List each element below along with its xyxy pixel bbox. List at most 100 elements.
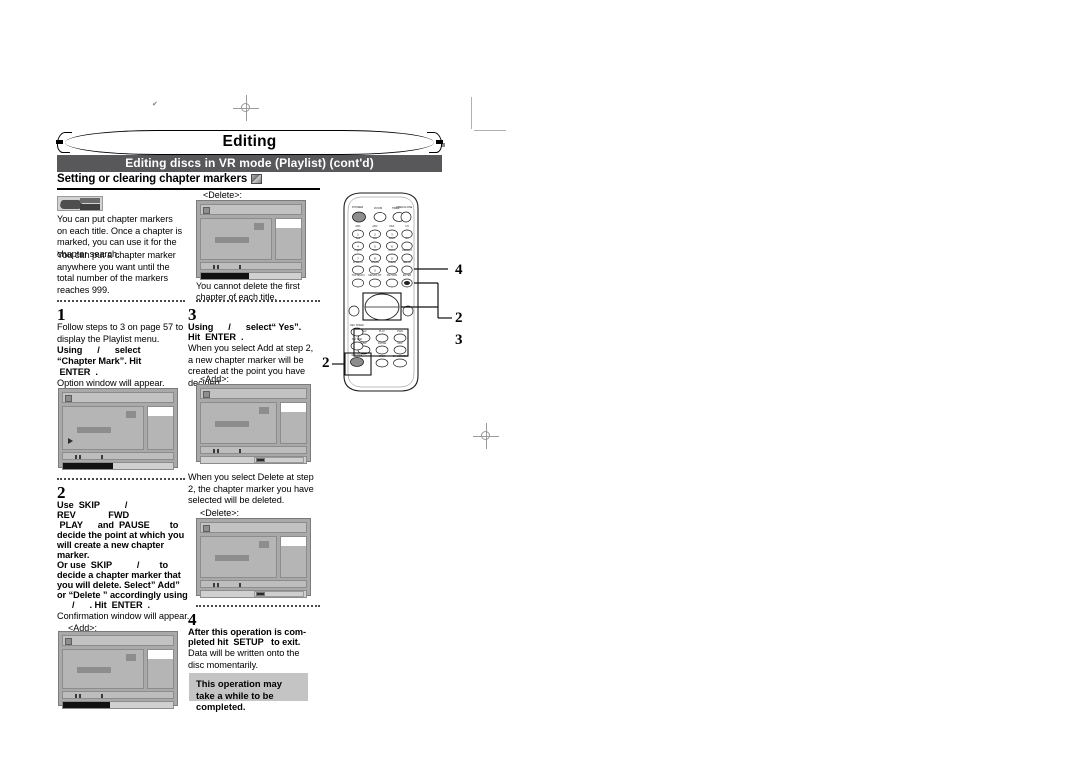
step-2-tail-text: Confirmation window will appear. — [57, 611, 190, 621]
step-2-number: 2 — [57, 483, 66, 502]
disc-icon — [203, 390, 210, 398]
crop-mark-vertical — [471, 97, 472, 129]
divider-middle-2 — [196, 605, 320, 607]
screen-option-pane — [280, 402, 307, 444]
status-tick — [239, 582, 241, 587]
status-tick — [239, 264, 241, 269]
status-tick — [79, 693, 81, 698]
divider-middle-1 — [196, 300, 320, 302]
status-tick — [217, 448, 219, 453]
status-tick — [217, 264, 219, 269]
screen-status-row — [200, 262, 302, 270]
svg-text:JKL: JKL — [373, 237, 378, 240]
status-tick — [213, 264, 215, 269]
svg-text:TOP MENU: TOP MENU — [351, 274, 364, 277]
screen-option-pane — [280, 536, 307, 578]
progress-knob — [255, 591, 265, 596]
screen-body — [200, 402, 307, 444]
svg-text:CH: CH — [405, 225, 409, 228]
screen-label-step3-delete: <Delete>: — [200, 508, 240, 518]
option-highlight-row — [281, 537, 306, 546]
screen-preview-pane — [200, 402, 277, 444]
svg-text:MENU/LIST: MENU/LIST — [368, 274, 382, 277]
svg-text:CLEAR: CLEAR — [388, 261, 397, 264]
svg-text:ABC: ABC — [372, 225, 377, 228]
title-label-block — [215, 237, 249, 243]
disc-icon — [65, 394, 72, 402]
option-highlight-row — [276, 219, 301, 228]
svg-text:ZOOM: ZOOM — [374, 206, 383, 210]
svg-text:FWD: FWD — [397, 330, 403, 333]
thumbnail-block — [254, 223, 264, 230]
status-tick — [213, 448, 215, 453]
remote-control-illustration: POWER ZOOM TIMER OPEN/CLOSE ABC ABC DEF CH … — [330, 190, 520, 400]
playback-cursor-icon — [68, 438, 73, 444]
title-label-block — [215, 555, 249, 561]
step-3-body-text-delete: When you select Delete at step 2, the ch… — [188, 472, 314, 506]
option-highlight-row — [148, 650, 173, 659]
page-title: Editing — [222, 133, 277, 150]
callout-number-2-transport: 2 — [322, 355, 330, 371]
screen-titlebar — [200, 522, 307, 533]
screen-body — [200, 218, 302, 260]
title-label-block — [77, 667, 111, 673]
screen-label-step3-add: <Add>: — [200, 374, 230, 384]
screen-preview-pane — [200, 536, 277, 578]
thumbnail-block — [126, 411, 136, 418]
screen-preview-pane — [62, 406, 144, 450]
screen-mock-top-delete — [196, 200, 306, 280]
status-tick — [217, 582, 219, 587]
step-3-number: 3 — [188, 305, 197, 324]
screen-progress-row — [200, 456, 307, 464]
progress-fill — [201, 273, 249, 279]
disc-icon — [65, 637, 72, 645]
status-tick — [75, 454, 77, 459]
svg-text:POWER: POWER — [352, 205, 364, 209]
screen-titlebar — [200, 204, 302, 215]
callout-number-2-pad: 2 — [455, 310, 463, 326]
disc-icon — [203, 206, 210, 214]
svg-text:PLAY: PLAY — [379, 330, 386, 333]
progress-knob — [255, 457, 265, 462]
svg-text:PAUSE: PAUSE — [378, 342, 387, 345]
screen-progress-row — [62, 462, 174, 470]
step-1-bold-line-1: “Chapter Mark”. Hit — [57, 356, 142, 366]
screen-mock-step3-add — [196, 384, 311, 464]
subsection-heading: Setting or clearing chapter markers — [57, 173, 357, 185]
svg-text:TUV: TUV — [373, 249, 378, 252]
svg-text:ABC: ABC — [355, 225, 360, 228]
page-banner: Editing — [55, 130, 444, 155]
screen-status-row — [200, 580, 307, 588]
step-4-tail-text: Data will be written onto the disc momen… — [188, 648, 300, 670]
screen-option-pane — [275, 218, 302, 260]
screen-label-top-delete: <Delete>: — [203, 190, 243, 200]
title-label-block — [77, 427, 111, 433]
step-1-lead-text: Follow steps to 3 on page 57 to display … — [57, 322, 184, 344]
svg-text:DISPLAY: DISPLAY — [353, 261, 364, 264]
step-2-bold-line-10: / . Hit ENTER . — [57, 600, 151, 610]
status-tick — [239, 448, 241, 453]
section-header-bar: Editing discs in VR mode (Playlist) (con… — [57, 155, 442, 172]
status-tick — [101, 693, 103, 698]
step-4-bold-line-1: pleted hit SETUP to exit. — [188, 637, 301, 647]
svg-text:GHI: GHI — [356, 237, 361, 240]
stray-scan-mark: ✔ — [152, 100, 158, 108]
registration-mark-top — [233, 95, 259, 121]
status-tick — [213, 582, 215, 587]
divider-left-2 — [57, 478, 185, 480]
step-4-number: 4 — [188, 610, 197, 629]
screen-status-row — [62, 691, 174, 699]
screen-option-pane — [147, 649, 174, 689]
registration-mark-middle — [473, 423, 499, 449]
svg-text:PQRS: PQRS — [354, 249, 361, 252]
screen-mock-step3-delete — [196, 518, 311, 598]
screen-titlebar — [200, 388, 307, 399]
operation-note-box: This operation may take a while to be co… — [189, 673, 308, 712]
thumbnail-block — [259, 541, 269, 548]
screen-mock-step2 — [58, 631, 178, 709]
screen-status-row — [62, 452, 174, 460]
title-label-block — [215, 421, 249, 427]
screen-preview-pane — [200, 218, 272, 260]
disc-badge-tag-dvdrw — [80, 204, 100, 210]
svg-text:SKIP: SKIP — [397, 342, 403, 345]
